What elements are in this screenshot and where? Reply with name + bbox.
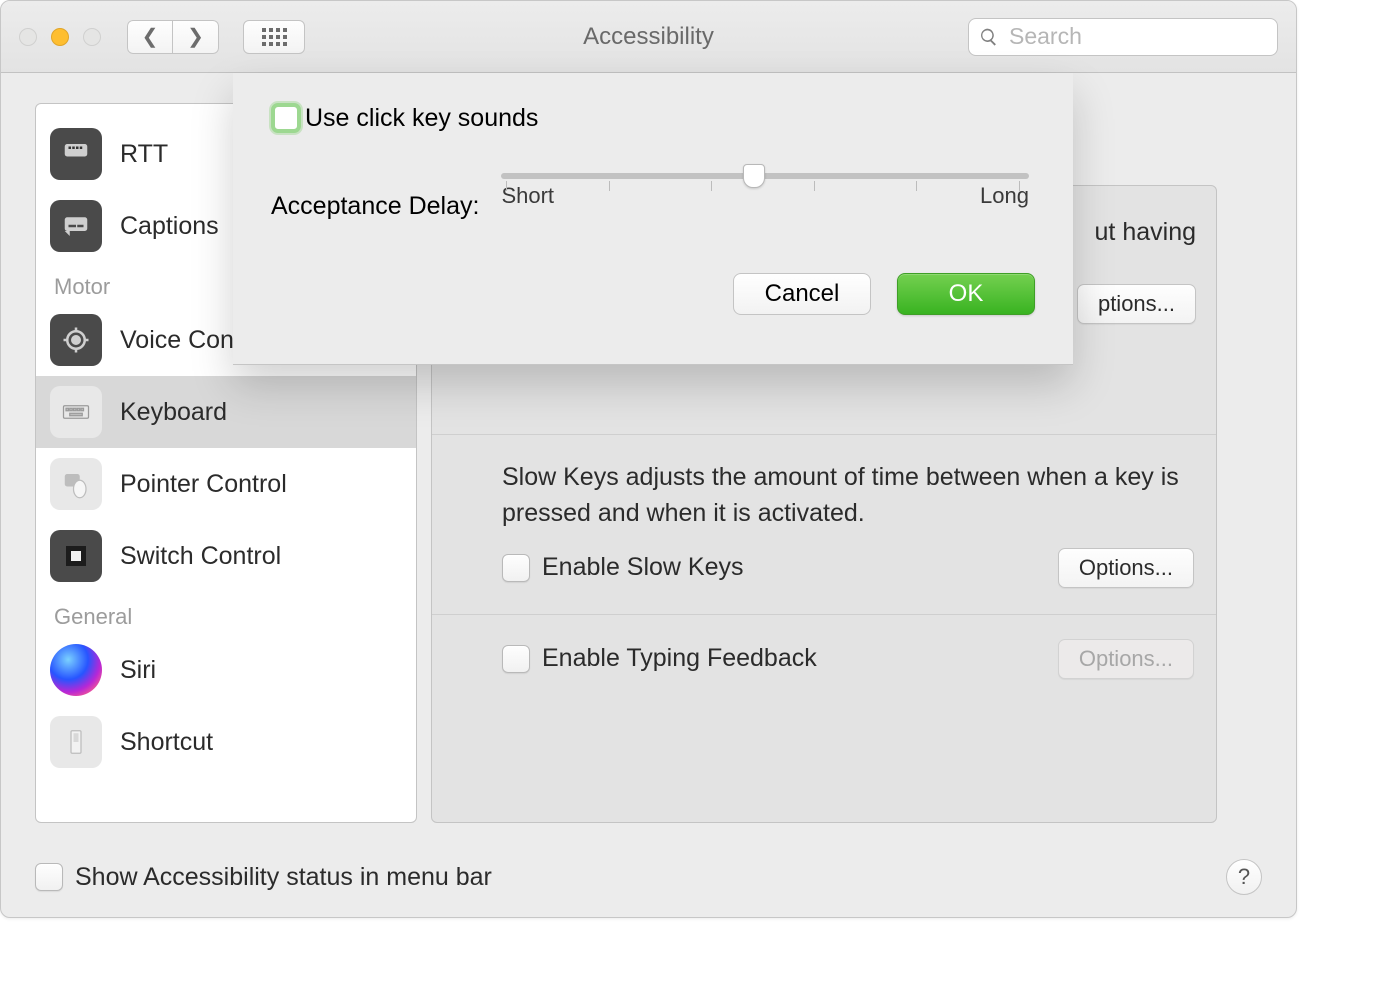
minimize-window-button[interactable] [51, 28, 69, 46]
divider [432, 434, 1216, 435]
use-click-key-sounds-checkbox[interactable] [271, 103, 301, 133]
options-label: ptions... [1098, 291, 1175, 317]
enable-slow-keys-label: Enable Slow Keys [542, 553, 744, 582]
voice-control-icon [50, 314, 102, 366]
slider-long-label: Long [980, 183, 1029, 209]
sidebar-item-keyboard[interactable]: Keyboard [36, 376, 416, 448]
cancel-label: Cancel [765, 280, 840, 308]
shortcut-icon [50, 716, 102, 768]
sidebar-item-label: Pointer Control [120, 470, 287, 499]
help-icon: ? [1238, 864, 1250, 890]
titlebar: ❮ ❯ Accessibility Search [1, 1, 1296, 73]
ok-button[interactable]: OK [897, 273, 1035, 315]
keyboard-icon [50, 386, 102, 438]
cancel-button[interactable]: Cancel [733, 273, 871, 315]
show-accessibility-status-checkbox[interactable] [35, 863, 63, 891]
slider-track [501, 173, 1029, 179]
pointer-control-icon [50, 458, 102, 510]
footer: Show Accessibility status in menu bar ? [35, 859, 1262, 895]
chevron-right-icon: ❯ [187, 24, 204, 49]
slider-thumb[interactable] [743, 164, 765, 188]
enable-typing-feedback-checkbox[interactable] [502, 645, 530, 673]
chevron-left-icon: ❮ [142, 24, 159, 49]
sidebar-item-pointer-control[interactable]: Pointer Control [36, 448, 416, 520]
search-icon [979, 27, 999, 47]
sidebar-item-switch-control[interactable]: Switch Control [36, 520, 416, 592]
window-title: Accessibility [583, 23, 714, 51]
back-button[interactable]: ❮ [127, 20, 173, 54]
search-input[interactable]: Search [968, 18, 1278, 56]
slider-short-label: Short [501, 183, 554, 209]
grid-icon [262, 28, 287, 46]
use-click-key-sounds-label: Use click key sounds [305, 104, 538, 133]
switch-control-icon [50, 530, 102, 582]
description-partial: ut having [1095, 218, 1196, 247]
forward-button[interactable]: ❯ [173, 20, 219, 54]
sidebar-item-siri[interactable]: Siri [36, 634, 416, 706]
sidebar-item-label: Siri [120, 656, 156, 685]
slow-keys-options-button[interactable]: Options... [1058, 548, 1194, 588]
slow-keys-options-sheet: Use click key sounds Acceptance Delay: S… [233, 73, 1073, 365]
enable-slow-keys-checkbox[interactable] [502, 554, 530, 582]
show-all-button[interactable] [243, 20, 305, 54]
ok-label: OK [949, 280, 984, 308]
options-button-partial[interactable]: ptions... [1077, 284, 1196, 324]
acceptance-delay-slider[interactable]: Short Long [495, 173, 1035, 239]
options-label: Options... [1079, 555, 1173, 581]
sidebar-item-label: RTT [120, 140, 168, 169]
captions-icon [50, 200, 102, 252]
enable-typing-feedback-label: Enable Typing Feedback [542, 644, 817, 673]
acceptance-delay-label: Acceptance Delay: [271, 192, 479, 221]
siri-icon [50, 644, 102, 696]
sidebar-section-general: General [36, 592, 416, 634]
help-button[interactable]: ? [1226, 859, 1262, 895]
slow-keys-description: Slow Keys adjusts the amount of time bet… [502, 459, 1194, 532]
rtt-icon [50, 128, 102, 180]
close-window-button[interactable] [19, 28, 37, 46]
options-label: Options... [1079, 646, 1173, 672]
show-accessibility-status-label: Show Accessibility status in menu bar [75, 863, 492, 892]
accessibility-window: ❮ ❯ Accessibility Search [0, 0, 1297, 918]
sidebar-item-label: Captions [120, 212, 219, 241]
search-placeholder: Search [1009, 23, 1082, 50]
zoom-window-button[interactable] [83, 28, 101, 46]
typing-feedback-options-button: Options... [1058, 639, 1194, 679]
sidebar-item-shortcut[interactable]: Shortcut [36, 706, 416, 778]
divider [432, 614, 1216, 615]
nav-back-forward: ❮ ❯ [127, 20, 219, 54]
sidebar-item-label: Shortcut [120, 728, 213, 757]
window-controls [19, 28, 101, 46]
sidebar-item-label: Switch Control [120, 542, 281, 571]
sidebar-item-label: Keyboard [120, 398, 227, 427]
